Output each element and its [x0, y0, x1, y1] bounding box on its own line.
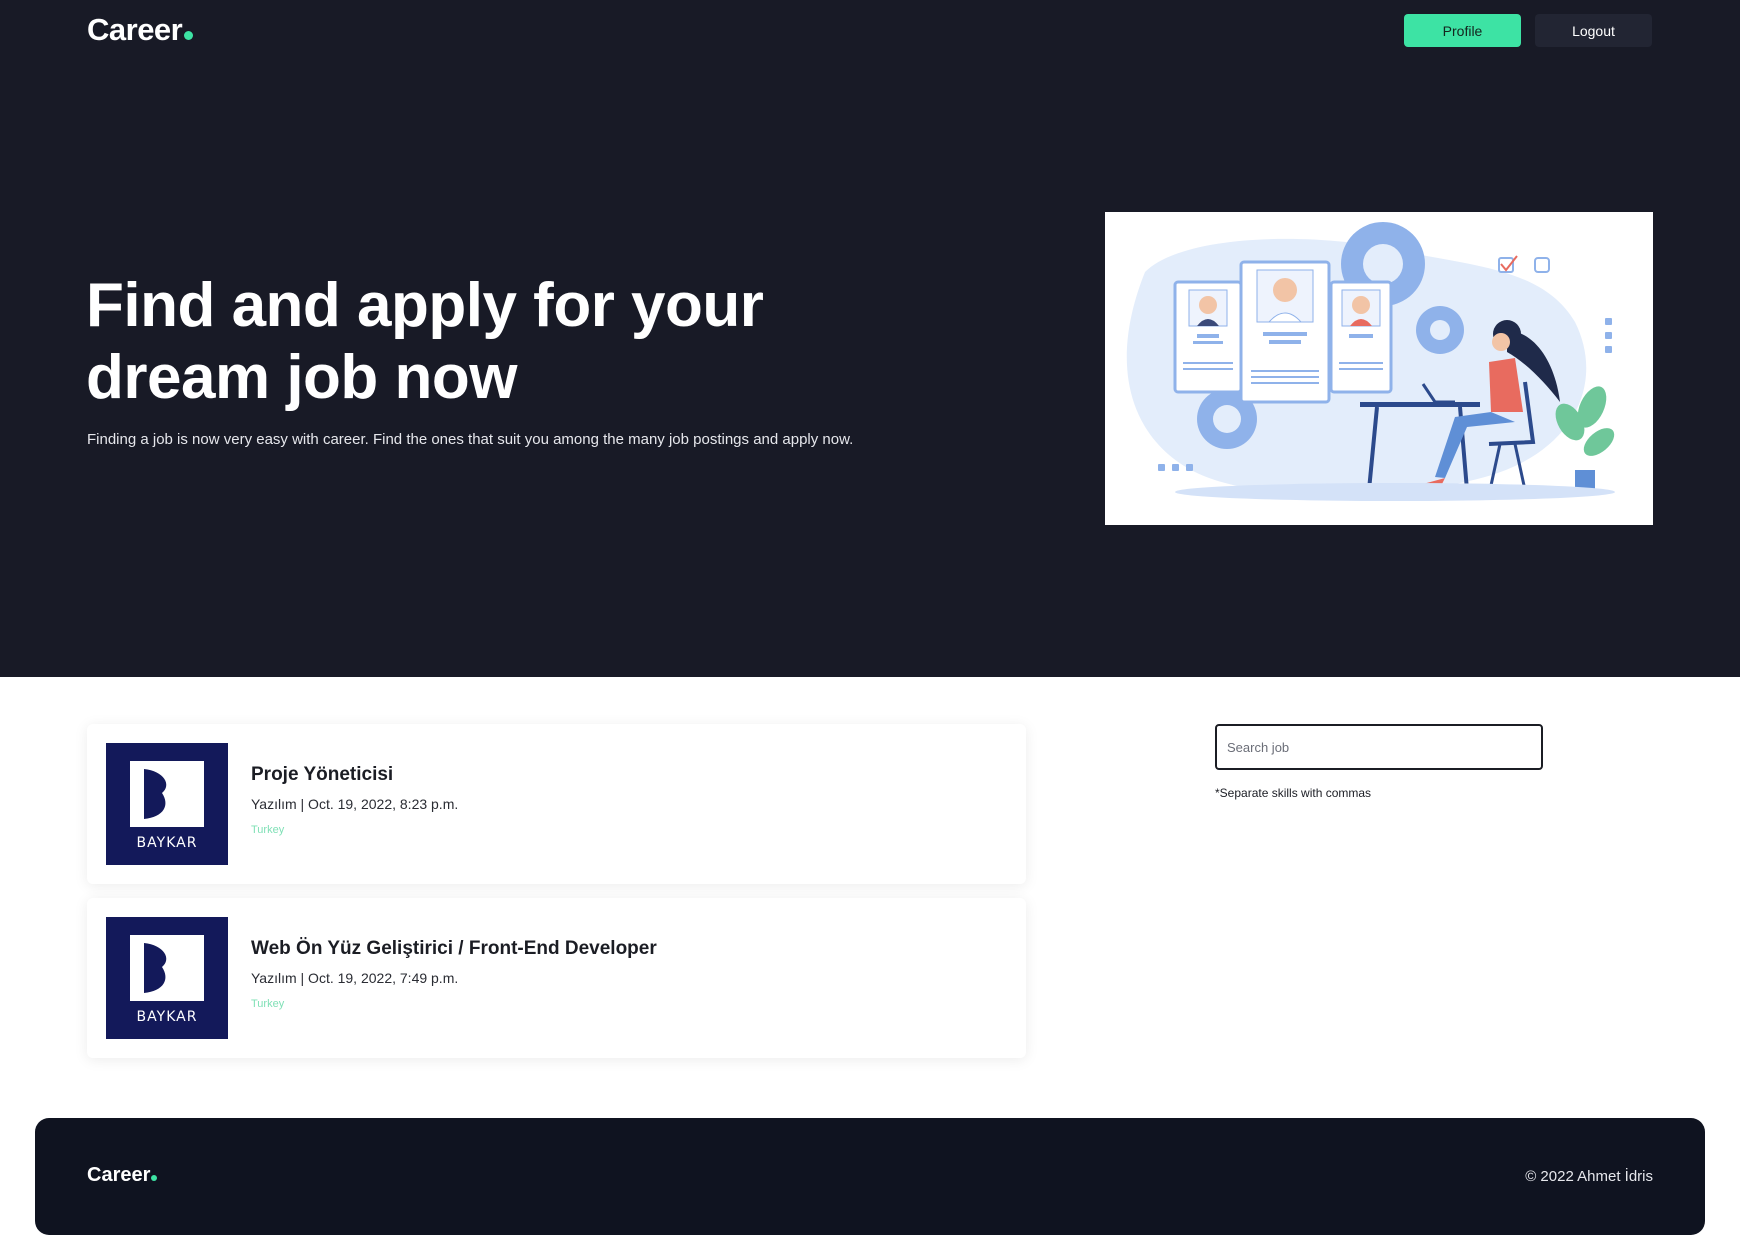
hero-illustration	[1105, 212, 1653, 525]
profile-button[interactable]: Profile	[1404, 14, 1521, 47]
job-meta: Yazılım | Oct. 19, 2022, 8:23 p.m.	[251, 796, 459, 812]
company-logo: BAYKAR	[106, 743, 228, 865]
company-logo-text: BAYKAR	[136, 835, 198, 851]
footer-logo-text: Career	[87, 1164, 151, 1186]
hero-title: Find and apply for your dream job now	[86, 271, 764, 412]
job-title[interactable]: Proje Yöneticisi	[251, 764, 393, 786]
logo-text: Career	[87, 12, 183, 47]
site-logo[interactable]: Career	[87, 12, 194, 48]
job-location: Turkey	[251, 824, 285, 836]
logo-dot	[184, 31, 194, 40]
footer-logo-dot	[151, 1175, 158, 1181]
job-title[interactable]: Web Ön Yüz Geliştirici / Front-End Devel…	[251, 938, 657, 960]
job-meta: Yazılım | Oct. 19, 2022, 7:49 p.m.	[251, 970, 459, 986]
company-logo-text: BAYKAR	[136, 1009, 198, 1025]
job-location: Turkey	[251, 998, 285, 1010]
hero-section: Career Profile Logout Find and apply for…	[0, 0, 1740, 677]
footer-logo[interactable]: Career	[87, 1164, 158, 1187]
company-logo: BAYKAR	[106, 917, 228, 1039]
search-job-input[interactable]	[1215, 724, 1543, 770]
footer-copyright: © 2022 Ahmet İdris	[1525, 1168, 1653, 1185]
job-card[interactable]: BAYKAR Proje Yöneticisi Yazılım | Oct. 1…	[87, 724, 1026, 884]
job-card[interactable]: BAYKAR Web Ön Yüz Geliştirici / Front-En…	[87, 898, 1026, 1058]
logout-button[interactable]: Logout	[1535, 14, 1652, 47]
footer: Career © 2022 Ahmet İdris	[35, 1118, 1705, 1235]
search-hint: *Separate skills with commas	[1215, 786, 1372, 800]
hero-subtitle: Finding a job is now very easy with care…	[87, 431, 854, 448]
